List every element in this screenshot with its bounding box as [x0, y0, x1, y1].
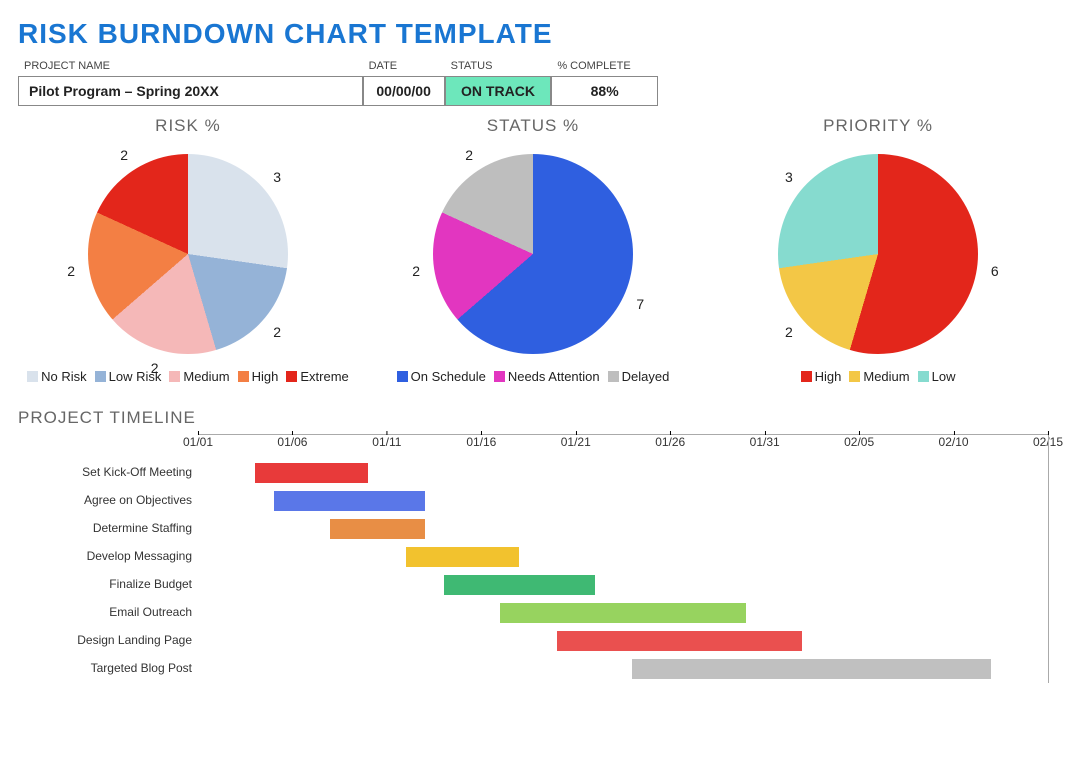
- timeline-bar: [406, 547, 519, 567]
- value-project-name: Pilot Program – Spring 20XX: [18, 76, 363, 106]
- legend-item: Medium: [169, 369, 229, 384]
- legend-swatch: [608, 371, 619, 382]
- timeline-title: PROJECT TIMELINE: [18, 408, 1048, 428]
- timeline-task-label: Determine Staffing: [18, 514, 198, 542]
- header-date: DATE: [363, 56, 445, 76]
- pie-slice-label: 2: [785, 324, 793, 340]
- timeline-task-label: Agree on Objectives: [18, 486, 198, 514]
- legend-swatch: [918, 371, 929, 382]
- value-pct-complete: 88%: [551, 76, 658, 106]
- timeline-bar: [444, 575, 595, 595]
- timeline-task-labels: Set Kick-Off MeetingAgree on ObjectivesD…: [18, 434, 198, 683]
- project-timeline: Set Kick-Off MeetingAgree on ObjectivesD…: [18, 434, 1048, 683]
- timeline-bar: [255, 463, 368, 483]
- timeline-tick: 01/16: [466, 435, 496, 449]
- pie-slice-label: 3: [273, 169, 281, 185]
- timeline-tick: 01/01: [183, 435, 213, 449]
- timeline-task-label: Set Kick-Off Meeting: [18, 458, 198, 486]
- timeline-bar: [330, 519, 424, 539]
- legend-item: Needs Attention: [494, 369, 600, 384]
- header-project-name: PROJECT NAME: [18, 56, 363, 76]
- header-status: STATUS: [445, 56, 552, 76]
- timeline-tick: 01/31: [750, 435, 780, 449]
- status-chart-title: STATUS %: [487, 116, 579, 136]
- legend-item: Extreme: [286, 369, 348, 384]
- legend-swatch: [286, 371, 297, 382]
- legend-swatch: [801, 371, 812, 382]
- legend-item: Delayed: [608, 369, 670, 384]
- risk-legend: No RiskLow RiskMediumHighExtreme: [18, 367, 358, 386]
- legend-item: On Schedule: [397, 369, 486, 384]
- priority-legend: High Medium Low: [708, 367, 1048, 386]
- legend-item: No Risk: [27, 369, 87, 384]
- timeline-bar: [274, 491, 425, 511]
- timeline-task-label: Email Outreach: [18, 598, 198, 626]
- legend-swatch: [169, 371, 180, 382]
- pie-slice-label: 2: [465, 147, 473, 163]
- value-status: ON TRACK: [445, 76, 552, 106]
- priority-chart-title: PRIORITY %: [823, 116, 933, 136]
- legend-swatch: [849, 371, 860, 382]
- pie-slice-label: 2: [273, 324, 281, 340]
- priority-chart: PRIORITY % 6 2 3 High Medium Low: [708, 116, 1048, 386]
- timeline-bar: [500, 603, 746, 623]
- priority-pie: 623: [766, 142, 991, 367]
- timeline-task-label: Finalize Budget: [18, 570, 198, 598]
- risk-chart: RISK % 32222 No RiskLow RiskMediumHighEx…: [18, 116, 358, 386]
- pie-slice-label: 2: [120, 147, 128, 163]
- legend-item: Medium: [849, 369, 909, 384]
- timeline-tick: 02/10: [939, 435, 969, 449]
- value-date: 00/00/00: [363, 76, 445, 106]
- page-title: RISK BURNDOWN CHART TEMPLATE: [18, 18, 1048, 50]
- timeline-task-label: Develop Messaging: [18, 542, 198, 570]
- timeline-task-label: Targeted Blog Post: [18, 654, 198, 682]
- pie-slice-label: 2: [151, 360, 159, 376]
- legend-item: Low: [918, 369, 956, 384]
- timeline-tick: 01/26: [655, 435, 685, 449]
- timeline-tick: 01/21: [561, 435, 591, 449]
- legend-item: High: [801, 369, 842, 384]
- risk-pie: 32222: [75, 142, 300, 367]
- status-pie: 722: [420, 142, 645, 367]
- header-pct-complete: % COMPLETE: [551, 56, 658, 76]
- project-summary: PROJECT NAME Pilot Program – Spring 20XX…: [18, 56, 658, 106]
- risk-chart-title: RISK %: [155, 116, 221, 136]
- pie-slice-label: 3: [785, 169, 793, 185]
- timeline-tick: 02/05: [844, 435, 874, 449]
- status-legend: On Schedule Needs Attention Delayed: [363, 367, 703, 386]
- timeline-tick: 01/06: [277, 435, 307, 449]
- legend-swatch: [494, 371, 505, 382]
- timeline-tick: 01/11: [372, 435, 401, 449]
- timeline-bar: [557, 631, 803, 651]
- status-chart: STATUS % 7 2 2 On Schedule Needs Attention D…: [363, 116, 703, 386]
- legend-swatch: [397, 371, 408, 382]
- pie-slice-label: 7: [636, 296, 644, 312]
- pie-slice-label: 6: [991, 263, 999, 279]
- charts-row: RISK % 32222 No RiskLow RiskMediumHighEx…: [18, 116, 1048, 386]
- timeline-bar: [632, 659, 991, 679]
- legend-swatch: [27, 371, 38, 382]
- legend-item: High: [238, 369, 279, 384]
- timeline-task-label: Design Landing Page: [18, 626, 198, 654]
- timeline-chart-area: 01/0101/0601/1101/1601/2101/2601/3102/05…: [198, 434, 1048, 683]
- legend-swatch: [95, 371, 106, 382]
- pie-slice-label: 2: [67, 263, 75, 279]
- pie-slice-label: 2: [412, 263, 420, 279]
- legend-swatch: [238, 371, 249, 382]
